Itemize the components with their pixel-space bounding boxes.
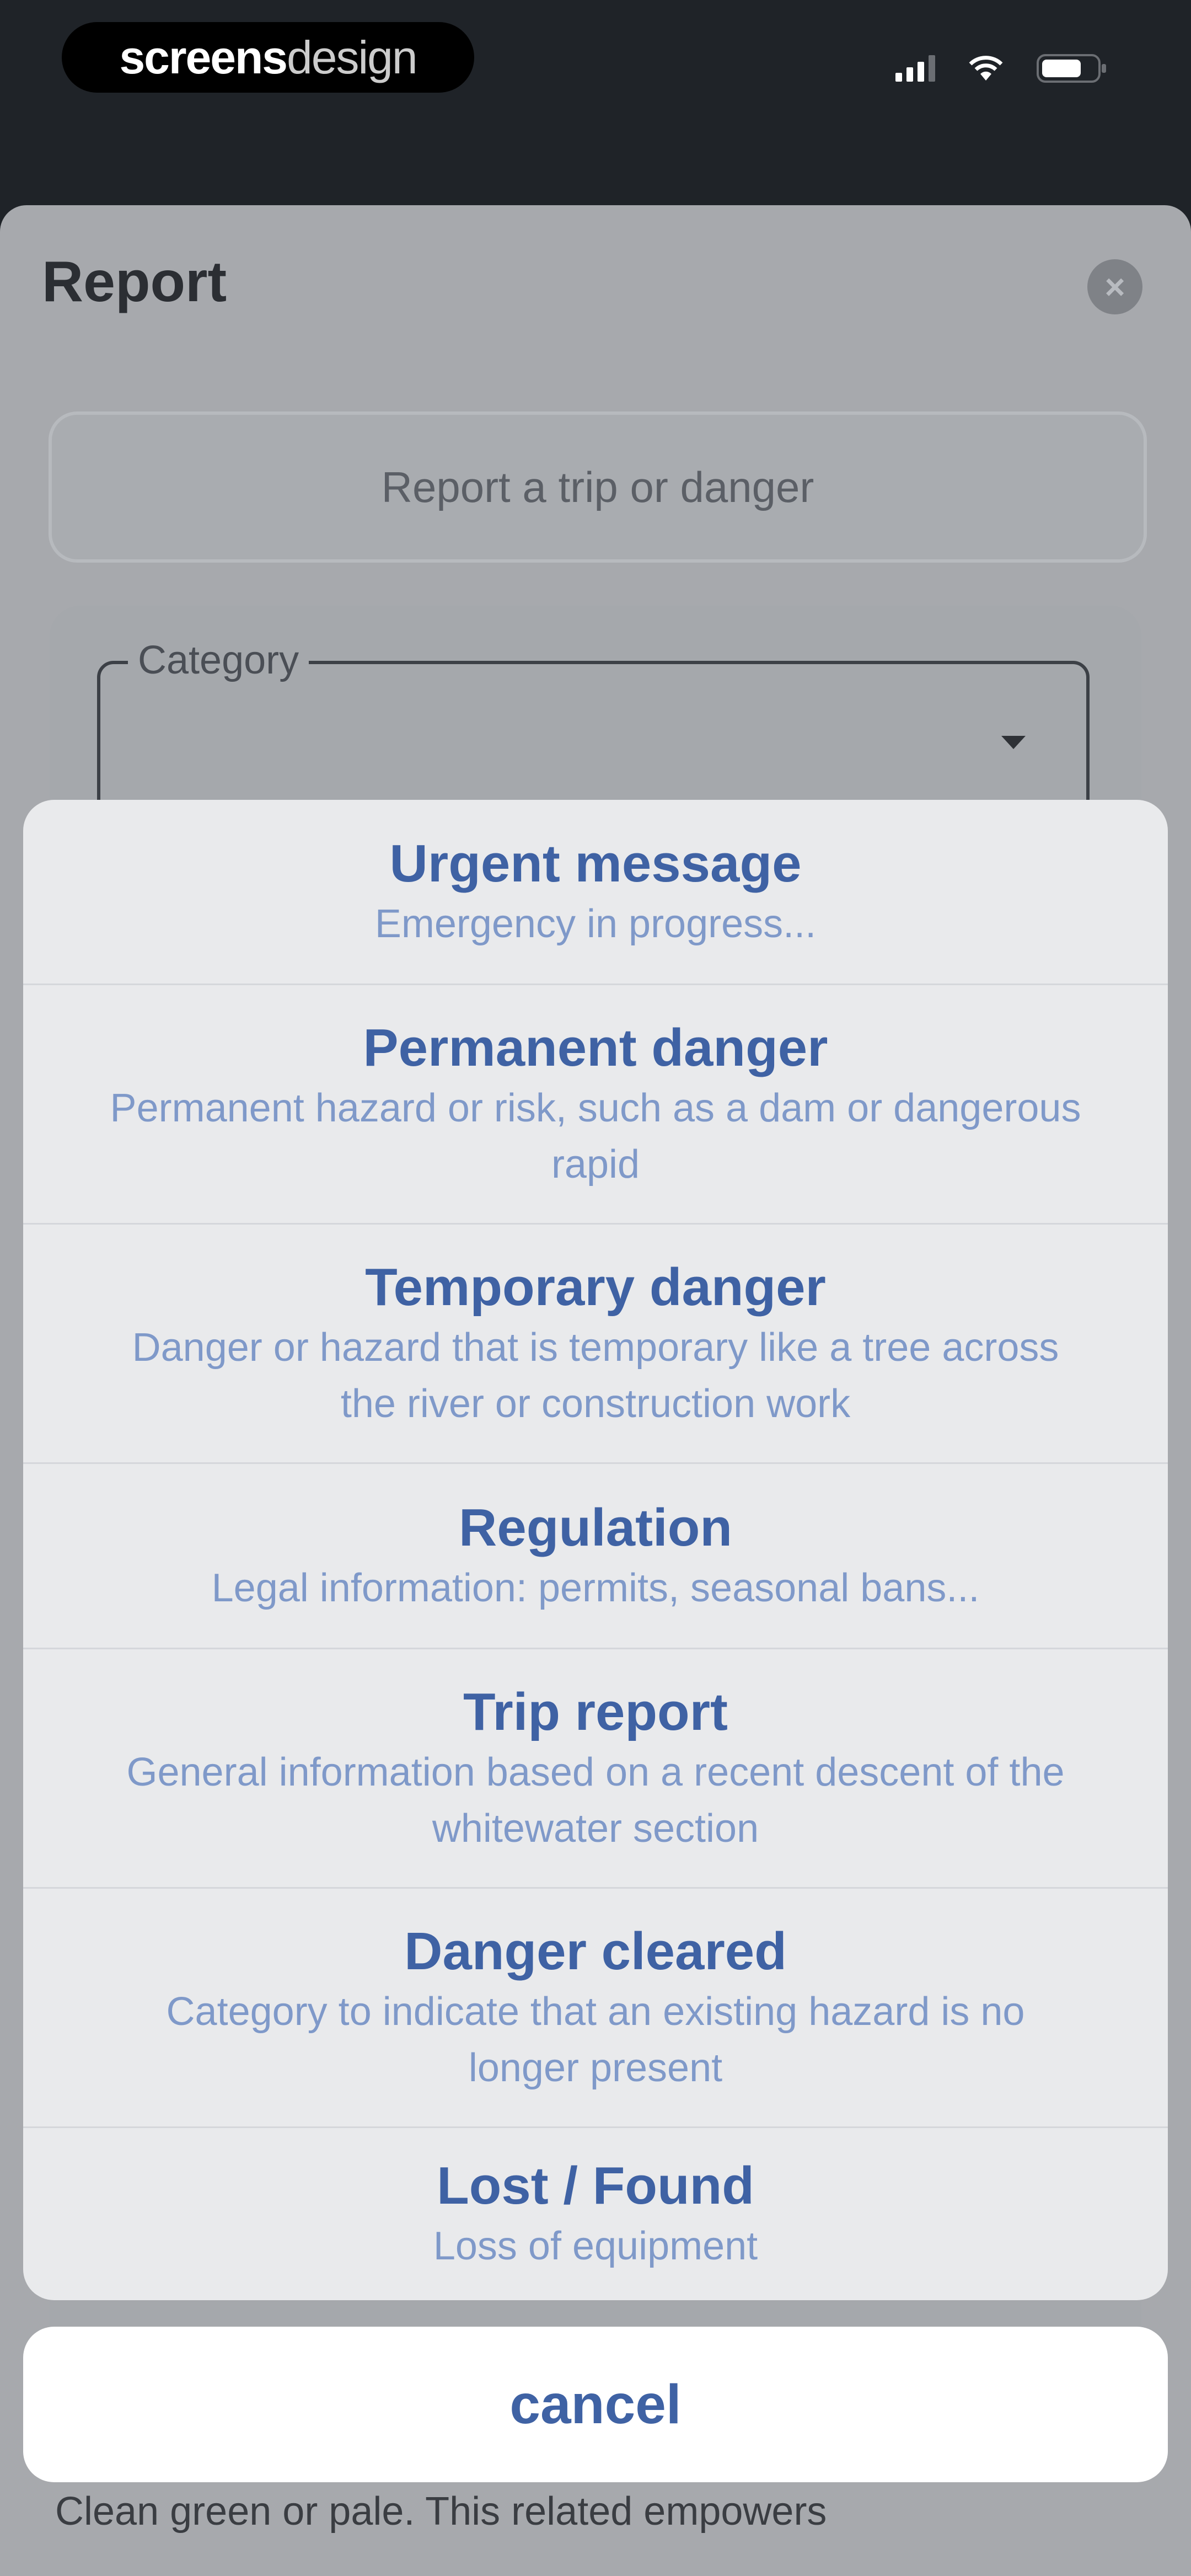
status-icons xyxy=(895,51,1108,86)
dropdown-arrow-icon xyxy=(1001,736,1026,749)
partial-body-text: Clean green or pale. This related empowe… xyxy=(55,2489,827,2534)
option-title: Lost / Found xyxy=(437,2156,754,2215)
option-title: Regulation xyxy=(459,1498,732,1557)
option-lost-found[interactable]: Lost / Found Loss of equipment xyxy=(23,2128,1168,2300)
category-label: Category xyxy=(128,638,309,683)
option-danger-cleared[interactable]: Danger cleared Category to indicate that… xyxy=(23,1889,1168,2128)
option-description: Emergency in progress... xyxy=(374,901,817,946)
option-description: Category to indicate that an existing ha… xyxy=(166,1989,1025,2090)
close-icon: × xyxy=(1104,267,1125,307)
option-description: Legal information: permits, seasonal ban… xyxy=(211,1565,980,1610)
option-title: Trip report xyxy=(463,1682,728,1741)
brand-logo: screens design xyxy=(62,22,474,93)
option-permanent-danger[interactable]: Permanent danger Permanent hazard or ris… xyxy=(23,985,1168,1225)
sheet-title: Report xyxy=(42,250,227,314)
option-title: Urgent message xyxy=(389,833,802,893)
option-regulation[interactable]: Regulation Legal information: permits, s… xyxy=(23,1464,1168,1649)
cancel-button[interactable]: cancel xyxy=(23,2327,1168,2482)
option-title: Danger cleared xyxy=(404,1921,787,1981)
option-trip-report[interactable]: Trip report General information based on… xyxy=(23,1649,1168,1889)
option-description: Danger or hazard that is temporary like … xyxy=(132,1325,1059,1426)
option-description: General information based on a recent de… xyxy=(126,1750,1065,1851)
option-description: Permanent hazard or risk, such as a dam … xyxy=(110,1086,1081,1187)
wifi-icon xyxy=(969,56,1003,81)
cellular-signal-icon xyxy=(895,55,935,82)
category-action-sheet: Urgent message Emergency in progress... … xyxy=(23,800,1168,2300)
report-type-button[interactable]: Report a trip or danger xyxy=(49,411,1147,563)
option-title: Permanent danger xyxy=(363,1018,828,1077)
option-description: Loss of equipment xyxy=(433,2224,758,2268)
option-temporary-danger[interactable]: Temporary danger Danger or hazard that i… xyxy=(23,1225,1168,1464)
status-bar: screens design xyxy=(0,0,1191,199)
brand-logo-part-2: design xyxy=(287,31,418,83)
option-urgent-message[interactable]: Urgent message Emergency in progress... xyxy=(23,800,1168,985)
brand-logo-part-1: screens xyxy=(119,31,288,83)
option-title: Temporary danger xyxy=(365,1257,826,1317)
close-button[interactable]: × xyxy=(1087,259,1142,314)
battery-icon xyxy=(1037,54,1106,83)
